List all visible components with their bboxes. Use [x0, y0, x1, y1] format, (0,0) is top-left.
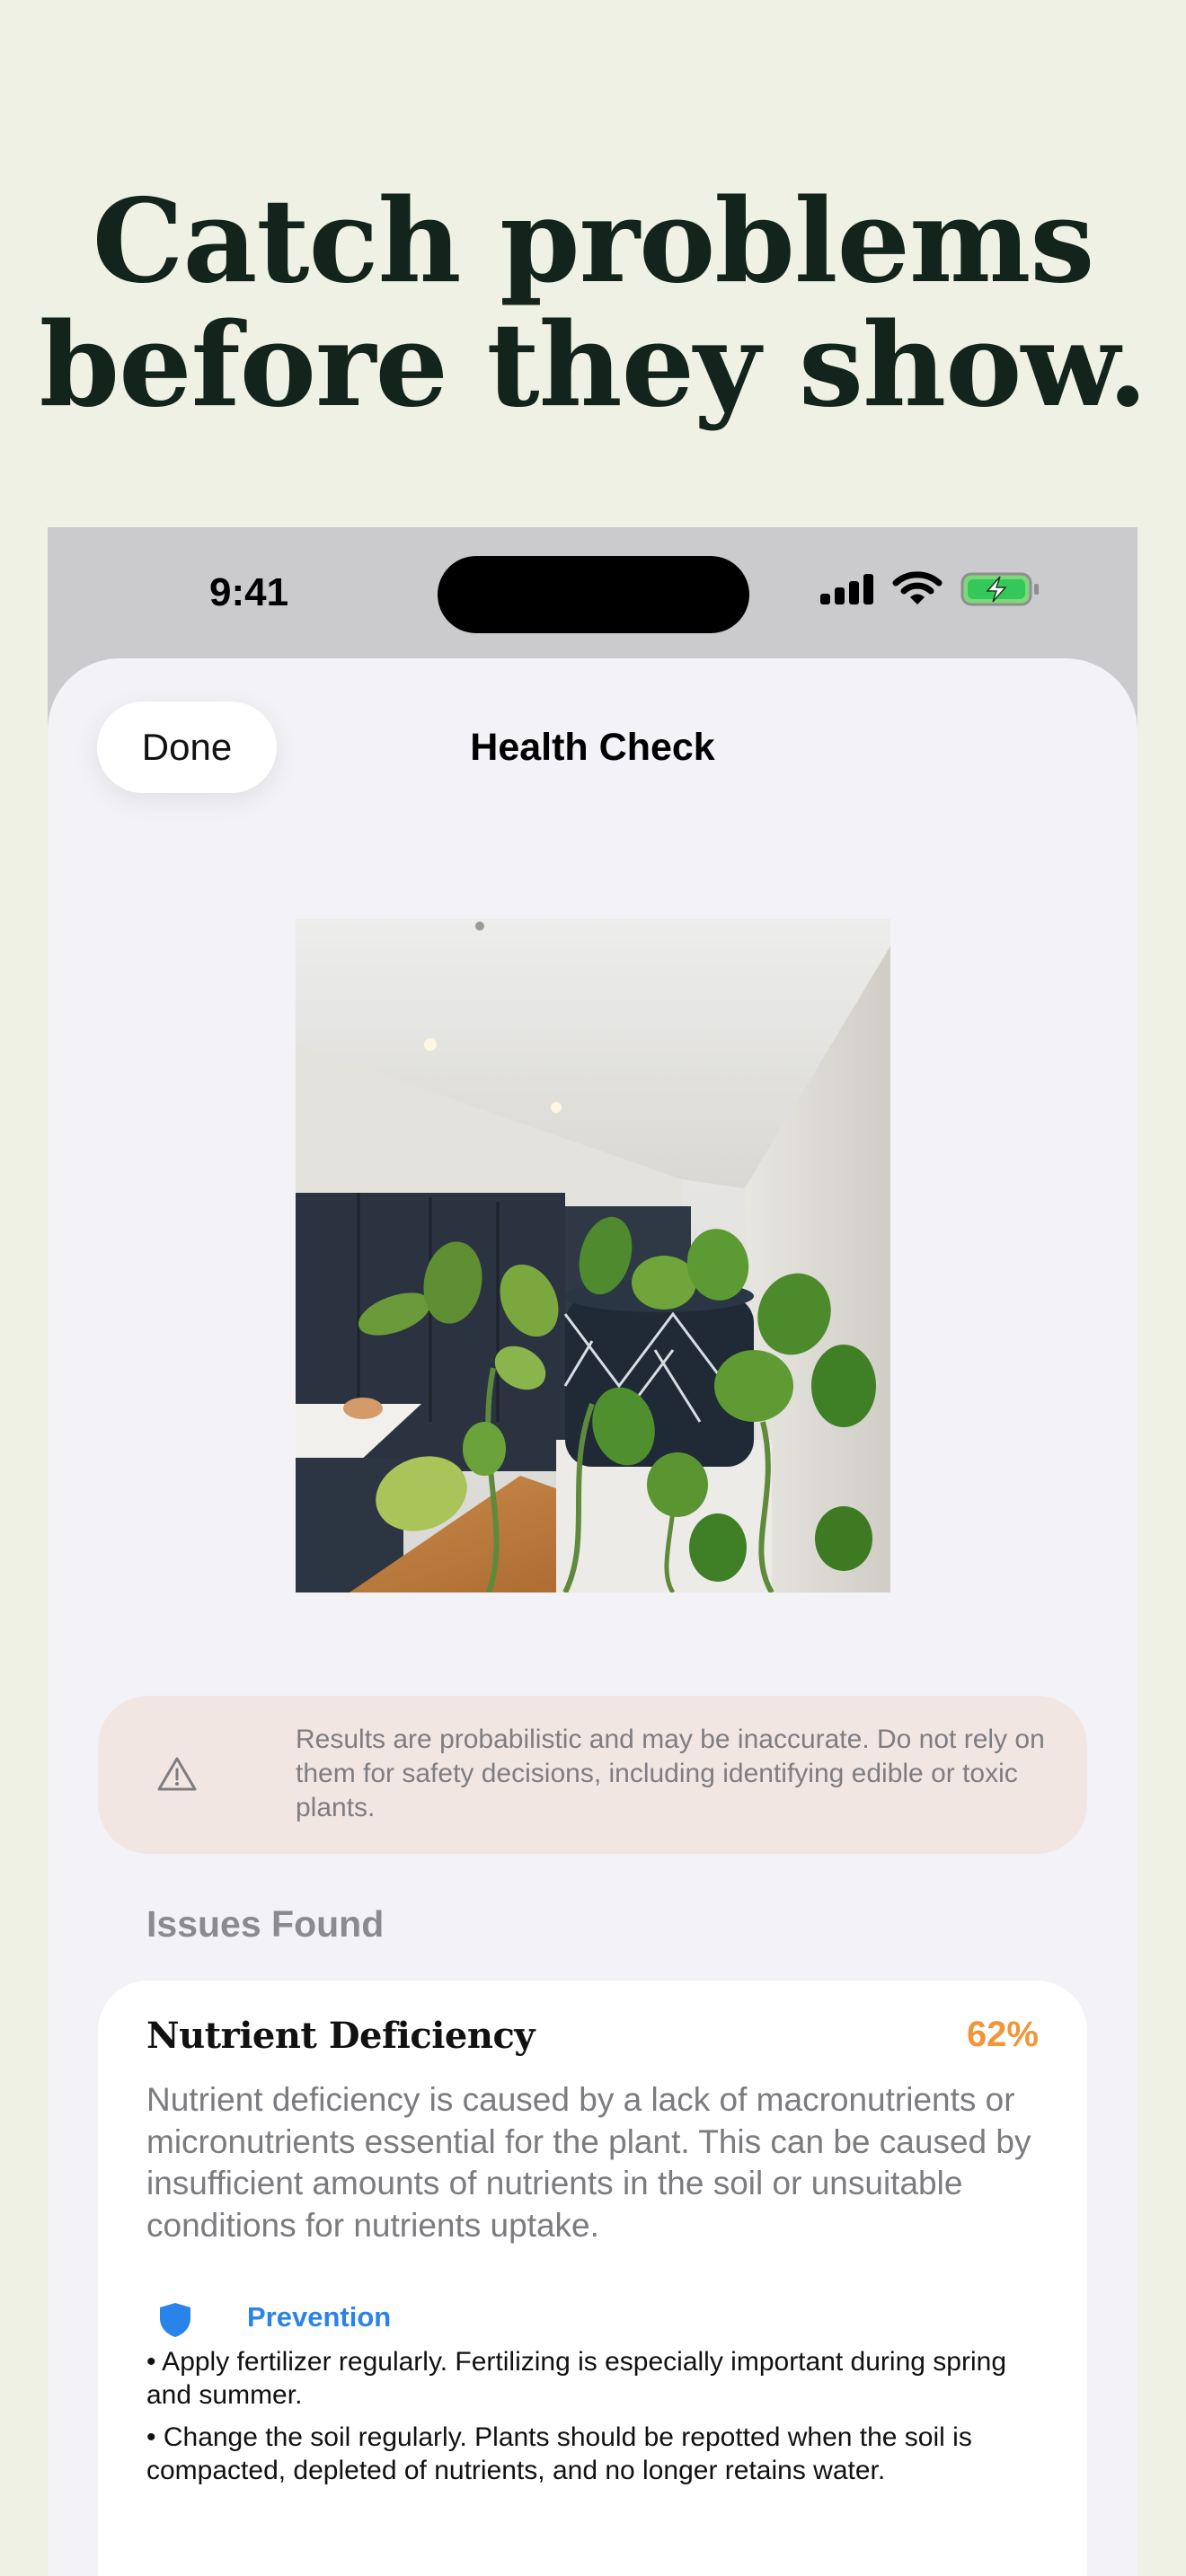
wifi-icon: [892, 571, 943, 604]
dynamic-island: [438, 556, 749, 633]
prevention-tip: • Apply fertilizer regularly. Fertilizin…: [146, 2347, 1006, 2410]
pothos-plant-photo: [296, 919, 890, 1592]
phone-screen: 9:41 Health Check Done Results are proba…: [48, 527, 1137, 2576]
issue-description: Nutrient deficiency is caused by a lack …: [146, 2081, 1031, 2244]
issue-confidence: 62%: [966, 2015, 1039, 2054]
plant-photo: [296, 919, 890, 1592]
headline-line-2: before they show.: [39, 298, 1148, 433]
warning-triangle-icon: [157, 1757, 197, 1791]
shield-icon: [160, 2303, 190, 2337]
prevention-label: Prevention: [247, 2301, 392, 2333]
done-button[interactable]: Done: [97, 701, 277, 793]
cellular-signal-icon: [820, 574, 873, 604]
status-bar: 9:41: [48, 527, 1137, 653]
disclaimer-banner: Results are probabilistic and may be ina…: [98, 1696, 1087, 1854]
issue-card[interactable]: Nutrient Deficiency 62% Nutrient deficie…: [98, 1981, 1087, 2576]
disclaimer-text: Results are probabilistic and may be ina…: [296, 1725, 1045, 1822]
marketing-headline: Catch problems before they show.: [0, 180, 1186, 428]
issue-title: Nutrient Deficiency: [146, 2015, 535, 2057]
headline-line-1: Catch problems: [92, 174, 1095, 309]
battery-charging-icon: [960, 572, 1039, 606]
prevention-tip: • Change the soil regularly. Plants shou…: [146, 2422, 972, 2485]
status-time: 9:41: [209, 570, 289, 614]
health-check-sheet: Health Check Done Results are probabilis…: [48, 658, 1137, 2576]
issues-section-label: Issues Found: [146, 1903, 385, 1945]
